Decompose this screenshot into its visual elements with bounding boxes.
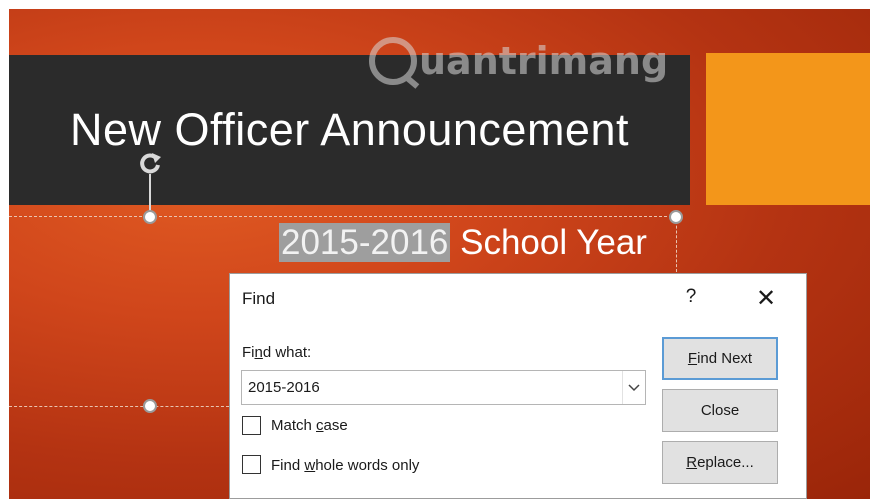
selection-border-middle	[9, 406, 229, 407]
find-what-label: Find what:	[242, 344, 312, 361]
close-icon[interactable]: ✕	[754, 284, 778, 313]
resize-handle-top-right[interactable]	[669, 210, 683, 224]
rotate-stem	[149, 174, 151, 214]
find-next-button[interactable]: Find Next	[662, 337, 778, 380]
find-what-input[interactable]	[242, 371, 622, 404]
resize-handle-top-left[interactable]	[143, 210, 157, 224]
rotate-handle-icon[interactable]	[136, 149, 164, 177]
resize-handle-middle-left[interactable]	[143, 399, 157, 413]
whole-words-checkbox[interactable]	[242, 455, 261, 474]
subtitle-text: School Year	[450, 223, 647, 262]
accent-block	[706, 53, 870, 205]
help-button[interactable]: ?	[681, 286, 701, 308]
close-button[interactable]: Close	[662, 389, 778, 432]
selection-border-top	[9, 216, 677, 217]
selection-border-right	[676, 216, 677, 272]
find-dialog: Find ? ✕ Find what: Match case Find whol…	[229, 273, 807, 499]
slide-subtitle[interactable]: 2015-2016 School Year	[279, 223, 647, 263]
find-what-combobox[interactable]	[241, 370, 646, 405]
dialog-title: Find	[242, 289, 276, 308]
match-case-checkbox[interactable]	[242, 416, 261, 435]
chevron-down-icon[interactable]	[622, 371, 645, 404]
whole-words-label[interactable]: Find whole words only	[271, 457, 419, 474]
match-case-label[interactable]: Match case	[271, 417, 348, 434]
replace-button[interactable]: Replace...	[662, 441, 778, 484]
slide-title[interactable]: New Officer Announcement	[9, 55, 690, 205]
found-text-highlight: 2015-2016	[279, 223, 451, 262]
